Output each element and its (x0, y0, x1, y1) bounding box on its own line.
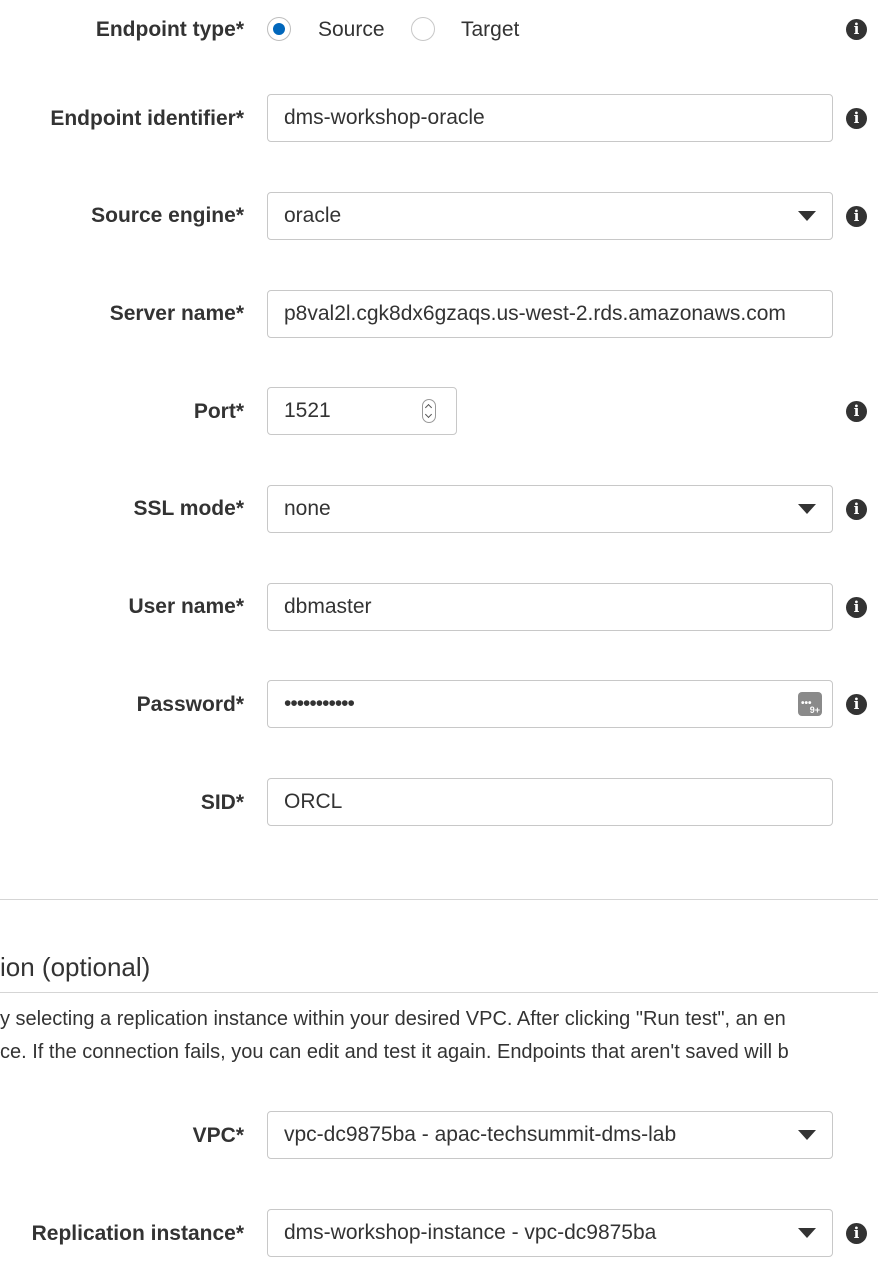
section-title: ion (optional) (0, 952, 151, 982)
endpoint-type-target-label[interactable]: Target (461, 17, 519, 43)
replication-instance-select[interactable]: dms-workshop-instance - vpc-dc9875ba (267, 1209, 833, 1257)
chevron-down-icon (798, 211, 816, 221)
ssl-mode-value: none (284, 497, 331, 520)
password-value: ••••••••••• (284, 692, 355, 715)
endpoint-type-label: Endpoint type* (95, 18, 244, 41)
port-value: 1521 (284, 399, 331, 422)
server-name-input[interactable]: p8val2l.cgk8dx6gzaqs.us-west-2.rds.amazo… (267, 290, 833, 338)
section-divider (0, 899, 878, 900)
replication-instance-label: Replication instance* (31, 1222, 244, 1245)
password-label: Password* (136, 693, 244, 716)
chevron-down-icon (798, 504, 816, 514)
section-title-underline (0, 992, 878, 993)
endpoint-type-info-icon[interactable]: i (846, 19, 867, 40)
vpc-select[interactable]: vpc-dc9875ba - apac-techsummit-dms-lab (267, 1111, 833, 1159)
password-info-icon[interactable]: i (846, 694, 867, 715)
endpoint-identifier-info-icon[interactable]: i (846, 108, 867, 129)
server-name-label: Server name* (109, 302, 244, 325)
source-engine-select[interactable]: oracle (267, 192, 833, 240)
vpc-value: vpc-dc9875ba - apac-techsummit-dms-lab (284, 1123, 677, 1146)
port-label: Port* (193, 400, 244, 423)
endpoint-type-source-label[interactable]: Source (318, 17, 385, 43)
source-engine-value: oracle (284, 204, 342, 227)
chevron-down-icon (798, 1228, 816, 1238)
endpoint-type-source-radio[interactable] (267, 17, 291, 41)
section-description-line-1: y selecting a replication instance withi… (0, 1008, 786, 1030)
replication-instance-info-icon[interactable]: i (846, 1223, 867, 1244)
password-manager-badge: 9+ (809, 705, 820, 715)
server-name-value: p8val2l.cgk8dx6gzaqs.us-west-2.rds.amazo… (284, 302, 786, 325)
user-name-info-icon[interactable]: i (846, 597, 867, 618)
stepper-arrows-icon[interactable] (422, 399, 436, 423)
replication-instance-value: dms-workshop-instance - vpc-dc9875ba (284, 1221, 657, 1244)
sid-input[interactable]: ORCL (267, 778, 833, 826)
ssl-mode-info-icon[interactable]: i (846, 499, 867, 520)
port-input[interactable]: 1521 (267, 387, 457, 435)
endpoint-identifier-input[interactable]: dms-workshop-oracle (267, 94, 833, 142)
chevron-down-icon (798, 1130, 816, 1140)
port-info-icon[interactable]: i (846, 401, 867, 422)
ssl-mode-label: SSL mode* (133, 497, 244, 520)
sid-label: SID* (200, 791, 244, 814)
user-name-input[interactable]: dbmaster (267, 583, 833, 631)
password-input[interactable]: ••••••••••• ••• 9+ (267, 680, 833, 728)
vpc-label: VPC* (192, 1124, 244, 1147)
ssl-mode-select[interactable]: none (267, 485, 833, 533)
endpoint-identifier-value: dms-workshop-oracle (284, 106, 485, 129)
password-manager-icon[interactable]: ••• 9+ (798, 692, 822, 716)
endpoint-identifier-label: Endpoint identifier* (50, 107, 244, 130)
endpoint-type-target-radio[interactable] (411, 17, 435, 41)
sid-value: ORCL (284, 790, 343, 813)
source-engine-info-icon[interactable]: i (846, 206, 867, 227)
user-name-value: dbmaster (284, 595, 372, 618)
user-name-label: User name* (128, 595, 244, 618)
source-engine-label: Source engine* (91, 204, 244, 227)
section-description-line-2: ce. If the connection fails, you can edi… (0, 1041, 789, 1063)
